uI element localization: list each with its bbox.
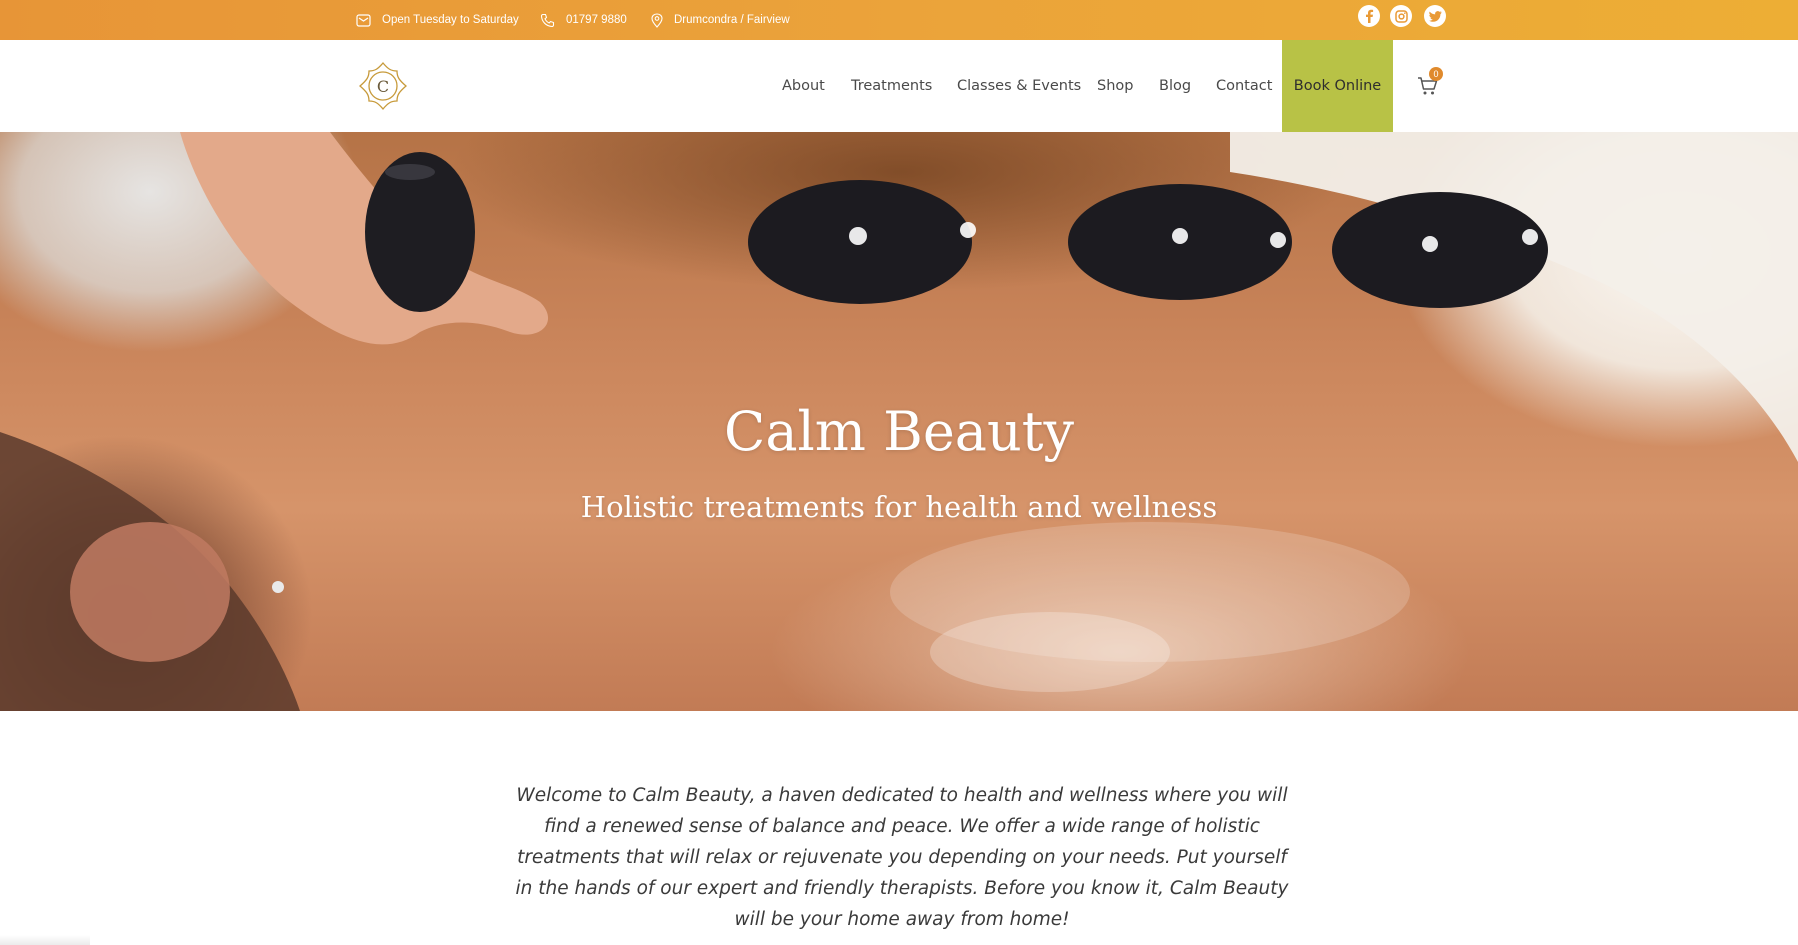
instagram-icon	[1394, 9, 1408, 23]
location-text: Drumcondra / Fairview	[674, 14, 790, 26]
nav-treatments[interactable]: Treatments	[851, 40, 932, 132]
hero-banner: Calm Beauty Holistic treatments for heal…	[0, 132, 1798, 711]
chat-widget-edge	[0, 935, 90, 945]
hero-subtitle: Holistic treatments for health and welln…	[580, 490, 1218, 524]
welcome-text: Welcome to Calm Beauty, a haven dedicate…	[515, 785, 1289, 930]
hero-title: Calm Beauty	[724, 400, 1074, 463]
opening-hours-text: Open Tuesday to Saturday	[382, 14, 519, 26]
nav-about[interactable]: About	[782, 40, 825, 132]
nav-contact[interactable]: Contact	[1216, 40, 1272, 132]
site-logo[interactable]: C	[357, 60, 409, 112]
main-header: C About Treatments Classes & Events Shop…	[0, 40, 1798, 132]
twitter-icon	[1428, 10, 1442, 22]
map-pin-icon	[651, 12, 663, 28]
cart-count-badge: 0	[1429, 67, 1443, 81]
instagram-link[interactable]	[1390, 5, 1412, 27]
location: Drumcondra / Fairview	[651, 0, 790, 40]
phone-number-text: 01797 9880	[566, 14, 627, 26]
twitter-link[interactable]	[1424, 5, 1446, 27]
envelope-icon	[356, 13, 371, 27]
top-info-bar: Open Tuesday to Saturday 01797 9880 Drum…	[0, 0, 1798, 40]
phone-icon	[540, 13, 555, 27]
nav-shop[interactable]: Shop	[1097, 40, 1133, 132]
lotus-logo-icon: C	[359, 61, 407, 111]
nav-blog[interactable]: Blog	[1159, 40, 1191, 132]
svg-text:C: C	[377, 77, 389, 96]
facebook-icon	[1366, 9, 1374, 23]
phone-number[interactable]: 01797 9880	[540, 0, 627, 40]
opening-hours: Open Tuesday to Saturday	[356, 0, 519, 40]
facebook-link[interactable]	[1358, 5, 1380, 27]
nav-classes-events[interactable]: Classes & Events	[957, 40, 1081, 132]
book-online-button[interactable]: Book Online	[1282, 40, 1393, 132]
